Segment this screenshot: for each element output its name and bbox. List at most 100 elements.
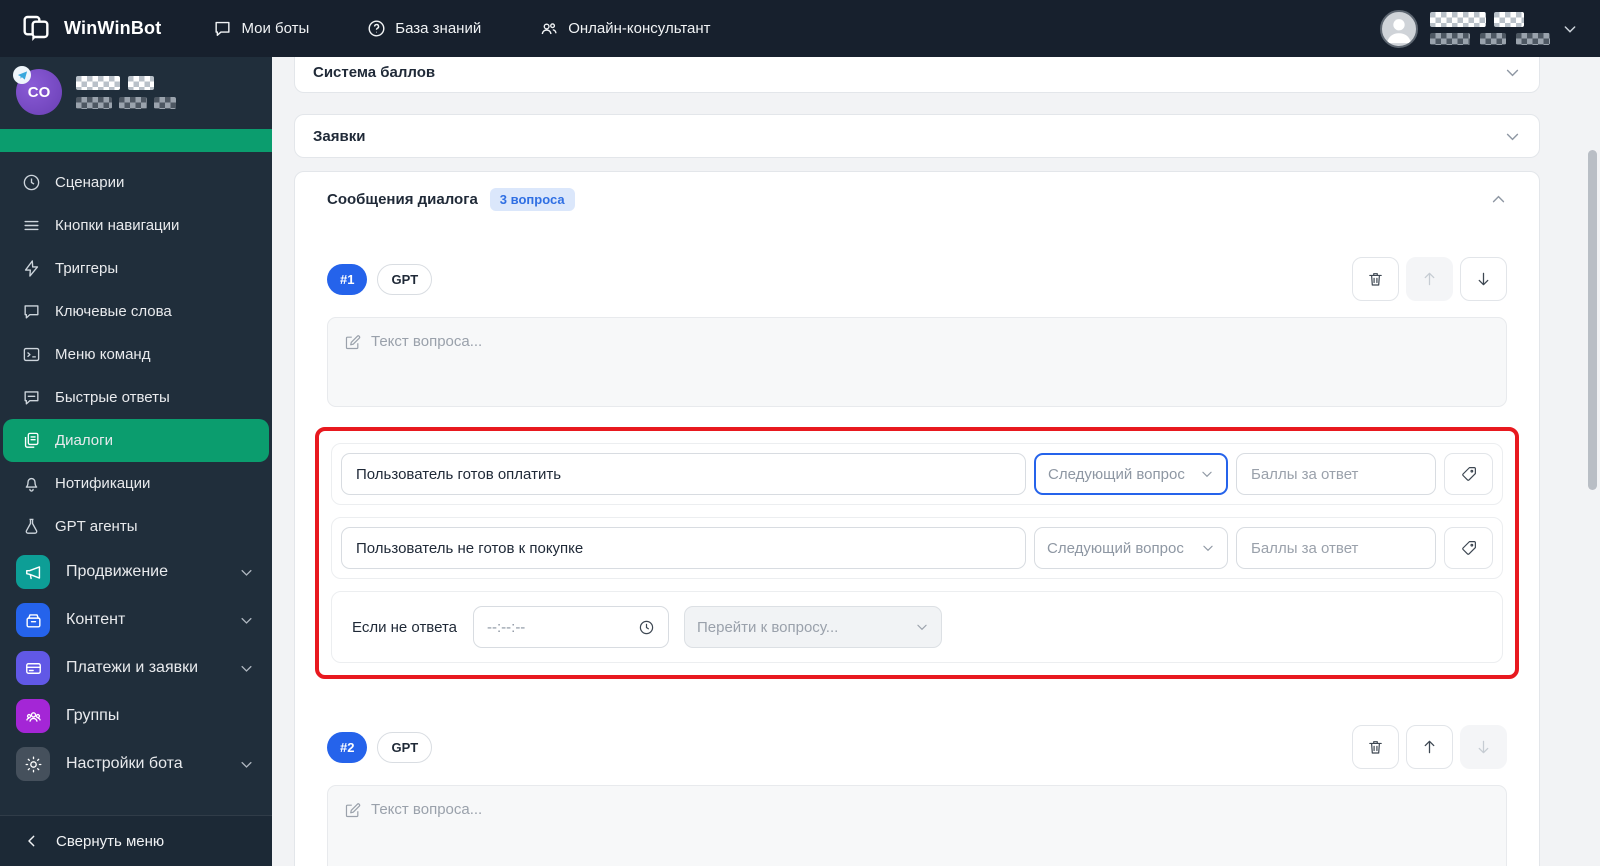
- sidebar-item-nav-buttons[interactable]: Кнопки навигации: [0, 204, 272, 247]
- brand[interactable]: WinWinBot: [20, 13, 161, 45]
- sidebar-group-label: Контент: [66, 611, 126, 628]
- question-placeholder: Текст вопроса...: [371, 333, 483, 350]
- selected-bot-strip[interactable]: [0, 129, 272, 152]
- section-title: Сообщения диалога: [327, 191, 478, 208]
- clock-icon: [22, 173, 41, 192]
- sidebar-item-quick-replies[interactable]: Быстрые ответы: [0, 376, 272, 419]
- chevron-down-icon: [239, 757, 254, 772]
- gpt-badge[interactable]: GPT: [377, 731, 433, 763]
- bell-icon: [22, 474, 41, 493]
- answers-group-highlighted: Следующий вопрос Следующий вопрос: [315, 427, 1519, 679]
- sidebar-item-label: GPT агенты: [55, 518, 138, 535]
- winwinbot-logo-icon: [20, 13, 52, 45]
- nav-my-bots[interactable]: Мои боты: [213, 19, 309, 38]
- question-1-header: #1 GPT: [327, 257, 1507, 301]
- topbar: WinWinBot Мои боты База знаний Онлайн-ко…: [0, 0, 1600, 57]
- answer-points-input[interactable]: [1236, 527, 1436, 569]
- chevron-down-icon: [915, 620, 929, 634]
- time-placeholder: --:--:--: [487, 618, 526, 636]
- tag-button[interactable]: [1444, 453, 1493, 495]
- sidebar-group-label: Платежи и заявки: [66, 659, 199, 676]
- nav-knowledge-base[interactable]: База знаний: [367, 19, 481, 38]
- user-menu[interactable]: [1380, 9, 1578, 48]
- section-dialog-messages: Сообщения диалога 3 вопроса #1 GPT Текст…: [294, 171, 1540, 866]
- nav-label: Онлайн-консультант: [568, 20, 711, 37]
- tag-button[interactable]: [1444, 527, 1493, 569]
- move-down-button[interactable]: [1460, 257, 1507, 301]
- group-people-icon: [16, 699, 50, 733]
- answer-row: Следующий вопрос: [331, 443, 1503, 505]
- quick-reply-icon: [22, 388, 41, 407]
- goto-question-placeholder: Перейти к вопросу...: [697, 618, 839, 636]
- clipboard-icon: [22, 431, 41, 450]
- user-name-redacted: [1430, 12, 1550, 45]
- next-question-select[interactable]: Следующий вопрос: [1034, 527, 1228, 569]
- delete-question-button[interactable]: [1352, 725, 1399, 769]
- chevron-down-icon: [239, 613, 254, 628]
- sidebar-item-notifications[interactable]: Нотификации: [0, 462, 272, 505]
- gpt-badge[interactable]: GPT: [377, 263, 433, 295]
- sidebar-item-label: Ключевые слова: [55, 303, 172, 320]
- flask-icon: [22, 517, 41, 536]
- question-1-actions: [1352, 257, 1507, 301]
- chevron-down-icon: [1201, 541, 1215, 555]
- chevron-down-icon[interactable]: [1504, 64, 1521, 81]
- move-down-button: [1460, 725, 1507, 769]
- sidebar-item-label: Меню команд: [55, 346, 151, 363]
- telegram-icon: [13, 66, 31, 84]
- question-2-text-field[interactable]: Текст вопроса...: [327, 785, 1507, 866]
- sidebar-item-keywords[interactable]: Ключевые слова: [0, 290, 272, 333]
- megaphone-icon: [16, 555, 50, 589]
- sidebar-group-groups[interactable]: Группы: [0, 692, 272, 740]
- delete-question-button[interactable]: [1352, 257, 1399, 301]
- vertical-scrollbar[interactable]: [1588, 150, 1597, 490]
- sidebar-item-label: Сценарии: [55, 174, 125, 191]
- nav-label: База знаний: [395, 20, 482, 37]
- menu-lines-icon: [22, 216, 41, 235]
- chevron-left-icon: [24, 833, 40, 849]
- chevron-up-icon[interactable]: [1490, 191, 1507, 208]
- lightning-icon: [22, 259, 41, 278]
- sidebar-item-label: Триггеры: [55, 260, 119, 277]
- answer-points-input[interactable]: [1236, 453, 1436, 495]
- bot-avatar: CO: [13, 66, 62, 115]
- chevron-down-icon[interactable]: [1504, 128, 1521, 145]
- bot-profile[interactable]: CO: [0, 57, 272, 125]
- sidebar-item-label: Диалоги: [55, 432, 113, 449]
- question-2-actions: [1352, 725, 1507, 769]
- question-number-badge: #2: [327, 731, 368, 763]
- sidebar-item-dialogs[interactable]: Диалоги: [3, 419, 269, 462]
- sidebar-item-command-menu[interactable]: Меню команд: [0, 333, 272, 376]
- answer-text-input[interactable]: [341, 527, 1026, 569]
- answer-text-input[interactable]: [341, 453, 1026, 495]
- sidebar-item-label: Кнопки навигации: [55, 217, 180, 234]
- section-title: Заявки: [313, 127, 366, 145]
- sidebar-item-label: Нотификации: [55, 475, 151, 492]
- brand-name: WinWinBot: [64, 18, 162, 38]
- chat-bubble-icon: [213, 19, 232, 38]
- no-answer-row: Если не ответа --:--:-- Перейти к вопрос…: [331, 591, 1503, 663]
- next-question-label: Следующий вопрос: [1048, 465, 1185, 483]
- speech-bubble-icon: [22, 302, 41, 321]
- sidebar-group-bot-settings[interactable]: Настройки бота: [0, 740, 272, 788]
- goto-question-select[interactable]: Перейти к вопросу...: [684, 606, 942, 648]
- move-up-button[interactable]: [1406, 725, 1453, 769]
- sidebar-group-promotion[interactable]: Продвижение: [0, 548, 272, 596]
- sidebar-item-triggers[interactable]: Триггеры: [0, 247, 272, 290]
- chevron-down-icon: [239, 661, 254, 676]
- nav-online-consultant[interactable]: Онлайн-консультант: [539, 19, 711, 38]
- sidebar-item-scenarios[interactable]: Сценарии: [0, 161, 272, 204]
- sidebar-group-payments[interactable]: Платежи и заявки: [0, 644, 272, 692]
- next-question-label: Следующий вопрос: [1047, 539, 1184, 557]
- no-answer-time-input[interactable]: --:--:--: [473, 606, 669, 648]
- section-requests[interactable]: Заявки: [294, 114, 1540, 158]
- sidebar-item-gpt-agents[interactable]: GPT агенты: [0, 505, 272, 548]
- question-1-text-field[interactable]: Текст вопроса...: [327, 317, 1507, 407]
- sidebar: CO Сценарии Кнопки навигации Триггеры Кл…: [0, 57, 272, 866]
- sidebar-group-content[interactable]: Контент: [0, 596, 272, 644]
- collapse-menu-button[interactable]: Свернуть меню: [0, 815, 272, 866]
- next-question-select[interactable]: Следующий вопрос: [1034, 453, 1228, 495]
- sidebar-item-label: Быстрые ответы: [55, 389, 170, 406]
- dialog-section-header: Сообщения диалога 3 вопроса: [327, 188, 1507, 211]
- chevron-down-icon: [1562, 21, 1578, 37]
